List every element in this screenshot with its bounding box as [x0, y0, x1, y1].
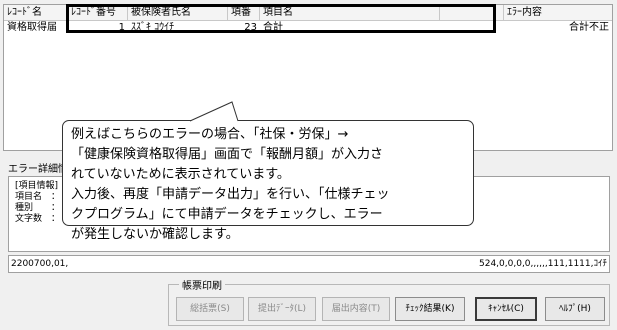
check-result-window: ﾚｺｰﾄﾞ名 ﾚｺｰﾄﾞ番号 被保険者氏名 項番 項目名 ｴﾗｰ内容 資格取得届… [0, 0, 617, 330]
callout-tail [189, 101, 239, 122]
